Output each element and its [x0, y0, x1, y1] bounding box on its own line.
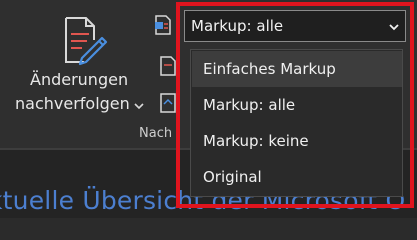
markup-option-none[interactable]: Markup: keine [192, 123, 402, 159]
markup-option-simple[interactable]: Einfaches Markup [192, 51, 402, 87]
reviewing-pane-list-icon[interactable] [158, 92, 178, 114]
markup-select-value: Markup: alle [191, 17, 284, 35]
track-changes-label: Änderungen [30, 70, 129, 89]
markup-option-all[interactable]: Markup: alle [192, 87, 402, 123]
group-label-tracking: Nach [139, 126, 173, 141]
markup-option-original[interactable]: Original [192, 159, 402, 195]
track-changes-label-2: nachverfolgen [15, 94, 130, 113]
track-changes-button[interactable]: Änderungen nachverfolgen [0, 6, 148, 124]
word-window: Änderungen nachverfolgen Nach ktuelle Üb… [0, 0, 417, 218]
show-markup-icon[interactable] [158, 55, 178, 77]
reviewing-pane-icon[interactable] [153, 14, 173, 36]
markup-dropdown-list: Einfaches Markup Markup: alle Markup: ke… [190, 49, 403, 197]
document-pencil-icon [65, 17, 108, 66]
chevron-down-icon [389, 24, 399, 31]
chevron-down-icon [134, 103, 144, 110]
markup-select[interactable]: Markup: alle [184, 10, 406, 42]
